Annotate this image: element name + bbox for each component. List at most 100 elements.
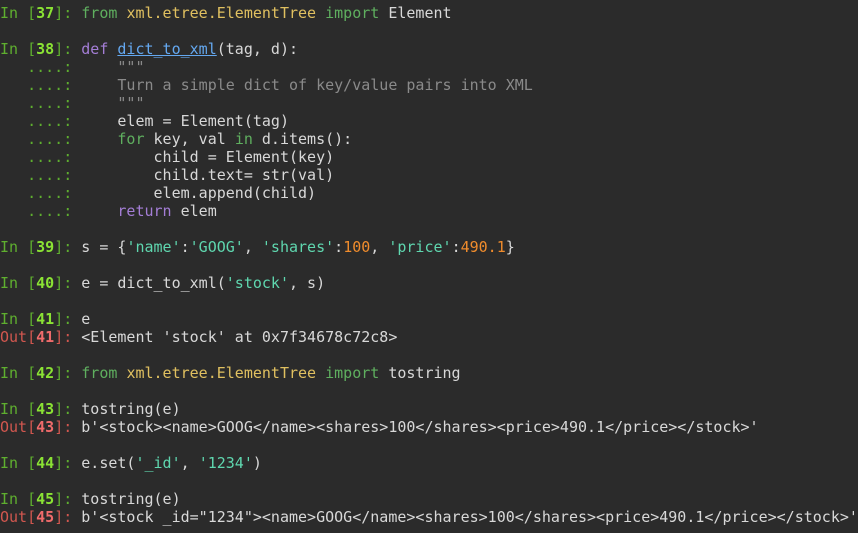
code-token: , <box>370 238 389 256</box>
code-token: : <box>451 238 461 256</box>
in-prompt: In [ <box>0 4 37 22</box>
code-token: return <box>117 202 172 220</box>
in-prompt: In [ <box>0 400 37 418</box>
prompt-number: 41 <box>36 328 55 346</box>
code-token: e <box>81 310 91 328</box>
continuation-line: ....: Turn a simple dict of key/value pa… <box>0 76 858 94</box>
code-token: d.items(): <box>252 130 353 148</box>
input-line: In [38]: def dict_to_xml(tag, d): <box>0 40 858 58</box>
continuation-prompt: ....: <box>0 148 82 166</box>
code-token: e.set( <box>81 454 136 472</box>
input-line: In [43]: tostring(e) <box>0 400 858 418</box>
code-token: tostring <box>379 364 461 382</box>
continuation-line: ....: for key, val in d.items(): <box>0 130 858 148</box>
code-token: from <box>81 4 118 22</box>
in-prompt: ]: <box>54 4 82 22</box>
code-token: : <box>180 238 190 256</box>
code-token: import <box>325 4 380 22</box>
continuation-prompt: ....: <box>0 202 82 220</box>
code-token: 'shares' <box>261 238 335 256</box>
in-prompt: In [ <box>0 364 37 382</box>
code-token: s = { <box>81 238 127 256</box>
input-line: In [39]: s = {'name':'GOOG', 'shares':10… <box>0 238 858 256</box>
out-prompt: ]: <box>54 418 82 436</box>
prompt-number: 38 <box>36 40 55 58</box>
in-prompt: ]: <box>54 454 82 472</box>
code-token: , s) <box>289 274 326 292</box>
code-token: xml.etree.ElementTree <box>126 364 317 382</box>
prompt-number: 40 <box>36 274 55 292</box>
code-token: """ <box>81 94 145 112</box>
code-token: child.text= str(val) <box>81 166 335 184</box>
code-token: elem.append(child) <box>81 184 317 202</box>
in-prompt: ]: <box>54 490 82 508</box>
continuation-line: ....: elem = Element(tag) <box>0 112 858 130</box>
code-token: Turn a simple dict of key/value pairs in… <box>81 76 533 94</box>
code-token: def <box>81 40 109 58</box>
code-token: tostring(e) <box>81 490 181 508</box>
continuation-prompt: ....: <box>0 166 82 184</box>
output-line: Out[45]: b'<stock _id="1234"><name>GOOG<… <box>0 508 858 526</box>
input-line: In [42]: from xml.etree.ElementTree impo… <box>0 364 858 382</box>
in-prompt: In [ <box>0 490 37 508</box>
code-token: (tag, d): <box>216 40 299 58</box>
code-token: xml.etree.ElementTree <box>126 4 317 22</box>
input-line: In [37]: from xml.etree.ElementTree impo… <box>0 4 858 22</box>
code-token: elem = Element(tag) <box>81 112 289 130</box>
in-prompt: ]: <box>54 40 82 58</box>
code-token: 490.1 <box>460 238 506 256</box>
code-token: 'stock' <box>225 274 289 292</box>
code-token: : <box>334 238 344 256</box>
out-prompt: Out[ <box>0 328 37 346</box>
in-prompt: ]: <box>54 400 82 418</box>
continuation-prompt: ....: <box>0 94 82 112</box>
out-prompt: ]: <box>54 508 82 526</box>
output-line: Out[43]: b'<stock><name>GOOG</name><shar… <box>0 418 858 436</box>
in-prompt: In [ <box>0 274 37 292</box>
prompt-number: 43 <box>36 418 55 436</box>
out-prompt: ]: <box>54 328 82 346</box>
out-prompt: Out[ <box>0 508 37 526</box>
code-token: b'<stock><name>GOOG</name><shares>100</s… <box>81 418 759 436</box>
input-line: In [41]: e <box>0 310 858 328</box>
prompt-number: 45 <box>36 490 55 508</box>
continuation-prompt: ....: <box>0 184 82 202</box>
prompt-number: 37 <box>36 4 55 22</box>
code-token: 'name' <box>126 238 181 256</box>
continuation-line: ....: return elem <box>0 202 858 220</box>
output-line: Out[41]: <Element 'stock' at 0x7f34678c7… <box>0 328 858 346</box>
in-prompt: ]: <box>54 238 82 256</box>
in-prompt: ]: <box>54 310 82 328</box>
code-token: dict_to_xml <box>117 40 217 58</box>
continuation-line: ....: elem.append(child) <box>0 184 858 202</box>
input-line: In [40]: e = dict_to_xml('stock', s) <box>0 274 858 292</box>
code-token: 'price' <box>388 238 452 256</box>
prompt-number: 41 <box>36 310 55 328</box>
prompt-number: 44 <box>36 454 55 472</box>
code-token: in <box>234 130 253 148</box>
in-prompt: In [ <box>0 40 37 58</box>
code-token: 100 <box>343 238 371 256</box>
ipython-terminal[interactable]: In [37]: from xml.etree.ElementTree impo… <box>0 0 858 533</box>
code-token: for <box>117 130 145 148</box>
continuation-prompt: ....: <box>0 58 82 76</box>
prompt-number: 39 <box>36 238 55 256</box>
input-line: In [44]: e.set('_id', '1234') <box>0 454 858 472</box>
continuation-line: ....: """ <box>0 58 858 76</box>
in-prompt: In [ <box>0 310 37 328</box>
code-token: , <box>180 454 199 472</box>
code-token: , <box>243 238 262 256</box>
continuation-prompt: ....: <box>0 76 82 94</box>
out-prompt: Out[ <box>0 418 37 436</box>
code-token: <Element 'stock' at 0x7f34678c72c8> <box>81 328 398 346</box>
prompt-number: 42 <box>36 364 55 382</box>
continuation-line: ....: """ <box>0 94 858 112</box>
